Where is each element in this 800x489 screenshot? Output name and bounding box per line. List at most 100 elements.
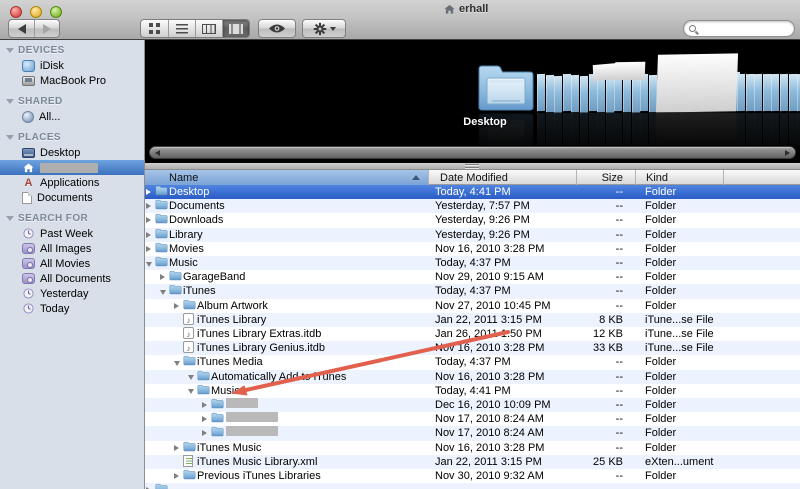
cover-item[interactable]	[763, 74, 771, 111]
table-row[interactable]: Nov 17, 2010 8:24 AM--Folder	[145, 426, 800, 440]
table-row[interactable]: MusicToday, 4:41 PM--Folder	[145, 384, 800, 398]
icon-view-button[interactable]	[141, 20, 168, 37]
column-view-button[interactable]	[195, 20, 222, 37]
scroll-right-arrow[interactable]	[782, 148, 793, 157]
table-row[interactable]: iTunes Music Library.xmlJan 22, 2011 3:1…	[145, 455, 800, 469]
table-row[interactable]: MusicToday, 4:37 PM--Folder	[145, 256, 800, 270]
disclosure-closed-icon[interactable]	[174, 445, 179, 451]
chevron-down-icon[interactable]	[6, 135, 14, 140]
disclosure-open-icon[interactable]	[160, 290, 166, 295]
folder-icon	[211, 398, 224, 409]
column-header-kind[interactable]: Kind	[635, 170, 723, 185]
cover-item[interactable]	[554, 75, 562, 112]
action-menu-button[interactable]	[302, 19, 346, 38]
cover-item[interactable]	[623, 75, 631, 112]
table-row[interactable]: Dec 16, 2010 10:09 PM--Folder	[145, 398, 800, 412]
cover-item[interactable]	[771, 74, 779, 111]
chevron-down-icon[interactable]	[6, 99, 14, 104]
column-header-name[interactable]: Name	[145, 170, 428, 185]
sidebar-item-all-images[interactable]: All Images	[0, 241, 144, 256]
table-row[interactable]: iTunesToday, 4:37 PM--Folder	[145, 284, 800, 298]
search-field[interactable]	[683, 20, 795, 37]
back-button[interactable]	[9, 20, 34, 37]
zoom-button[interactable]	[50, 6, 62, 18]
column-header-size[interactable]: Size	[576, 170, 635, 185]
desktop-folder-cover[interactable]	[477, 62, 535, 112]
table-row[interactable]: iTunes MusicNov 16, 2010 3:28 PM--Folder	[145, 441, 800, 455]
table-row[interactable]: LibraryYesterday, 9:26 PM--Folder	[145, 228, 800, 242]
sidebar-item-desktop[interactable]: Desktop	[0, 145, 144, 160]
table-row[interactable]: GarageBandNov 29, 2010 9:15 AM--Folder	[145, 270, 800, 284]
cover-item[interactable]	[546, 75, 554, 112]
disclosure-open-icon[interactable]	[188, 389, 194, 394]
disclosure-closed-icon[interactable]	[146, 189, 151, 195]
disclosure-closed-icon[interactable]	[146, 203, 151, 209]
cover-item[interactable]	[537, 74, 545, 111]
table-row[interactable]: Nov 17, 2010 8:24 AM--Folder	[145, 412, 800, 426]
cover-item[interactable]	[780, 74, 788, 111]
table-row[interactable]: DownloadsYesterday, 9:26 PM--Folder	[145, 213, 800, 227]
cover-item[interactable]	[563, 74, 571, 111]
cover-item[interactable]	[580, 75, 588, 112]
file-kind: Folder	[645, 242, 676, 256]
table-row[interactable]: DesktopToday, 4:41 PM--Folder	[145, 185, 800, 199]
sidebar-item-home[interactable]	[0, 160, 144, 175]
sidebar-item-yesterday[interactable]: Yesterday	[0, 286, 144, 301]
coverflow-scrollbar[interactable]	[149, 146, 796, 159]
table-row[interactable]: MoviesNov 16, 2010 3:28 PM--Folder	[145, 242, 800, 256]
sidebar-item-idisk[interactable]: iDisk	[0, 58, 144, 73]
chevron-down-icon[interactable]	[6, 216, 14, 221]
table-row[interactable]: ♪iTunes Library Genius.itdbNov 16, 2010 …	[145, 341, 800, 355]
table-row[interactable]: iTunes MediaToday, 4:37 PM--Folder	[145, 355, 800, 369]
quick-look-button[interactable]	[258, 19, 296, 38]
list-view-button[interactable]	[168, 20, 195, 37]
chevron-down-icon[interactable]	[6, 48, 14, 53]
disclosure-closed-icon[interactable]	[202, 430, 207, 436]
scroll-left-arrow[interactable]	[152, 148, 163, 157]
sidebar-item-macbook-pro[interactable]: MacBook Pro	[0, 73, 144, 88]
cover-item[interactable]	[737, 74, 745, 111]
table-row[interactable]: Album ArtworkNov 27, 2010 10:45 PM--Fold…	[145, 299, 800, 313]
file-name: Documents	[169, 199, 225, 213]
sidebar-item-label: All Movies	[40, 258, 90, 270]
sidebar-item-all-movies[interactable]: All Movies	[0, 256, 144, 271]
cover-item[interactable]	[746, 74, 754, 111]
cover-item[interactable]	[606, 75, 614, 112]
table-row[interactable]: ♪iTunes Library Extras.itdbJan 26, 2011 …	[145, 327, 800, 341]
cover-item[interactable]	[632, 75, 640, 112]
cover-item[interactable]	[571, 75, 579, 112]
disclosure-open-icon[interactable]	[146, 262, 152, 267]
disclosure-closed-icon[interactable]	[146, 232, 151, 238]
column-header-blank[interactable]	[723, 170, 800, 185]
search-input[interactable]	[699, 23, 785, 35]
cover-item[interactable]	[789, 74, 797, 111]
disclosure-closed-icon[interactable]	[146, 217, 151, 223]
disclosure-closed-icon[interactable]	[160, 274, 165, 280]
coverflow-view-button[interactable]	[222, 20, 249, 37]
table-row[interactable]	[145, 483, 800, 489]
sidebar-item-all-documents[interactable]: All Documents	[0, 271, 144, 286]
disclosure-closed-icon[interactable]	[146, 246, 151, 252]
sidebar-item-today[interactable]: Today	[0, 301, 144, 316]
table-row[interactable]: ♪iTunes LibraryJan 22, 2011 3:15 PM8 KBi…	[145, 313, 800, 327]
disclosure-open-icon[interactable]	[188, 375, 194, 380]
cover-page-item[interactable]	[615, 62, 646, 81]
table-row[interactable]: Automatically Add to iTunesNov 16, 2010 …	[145, 370, 800, 384]
sidebar-item-applications[interactable]: AApplications	[0, 175, 144, 190]
sidebar-item-documents[interactable]: Documents	[0, 190, 144, 205]
close-button[interactable]	[10, 6, 22, 18]
disclosure-open-icon[interactable]	[174, 361, 180, 366]
sidebar-item-all[interactable]: All...	[0, 109, 144, 124]
cover-item[interactable]	[754, 74, 762, 111]
disclosure-closed-icon[interactable]	[174, 473, 179, 479]
sidebar-item-past-week[interactable]: Past Week	[0, 226, 144, 241]
table-row[interactable]: DocumentsYesterday, 7:57 PM--Folder	[145, 199, 800, 213]
table-row[interactable]: Previous iTunes LibrariesNov 30, 2010 9:…	[145, 469, 800, 483]
minimize-button[interactable]	[30, 6, 42, 18]
disclosure-closed-icon[interactable]	[202, 416, 207, 422]
column-header-date-modified[interactable]: Date Modified	[428, 170, 576, 185]
pane-splitter[interactable]	[145, 163, 800, 170]
forward-button[interactable]	[34, 20, 59, 37]
disclosure-closed-icon[interactable]	[202, 402, 207, 408]
disclosure-closed-icon[interactable]	[174, 303, 179, 309]
